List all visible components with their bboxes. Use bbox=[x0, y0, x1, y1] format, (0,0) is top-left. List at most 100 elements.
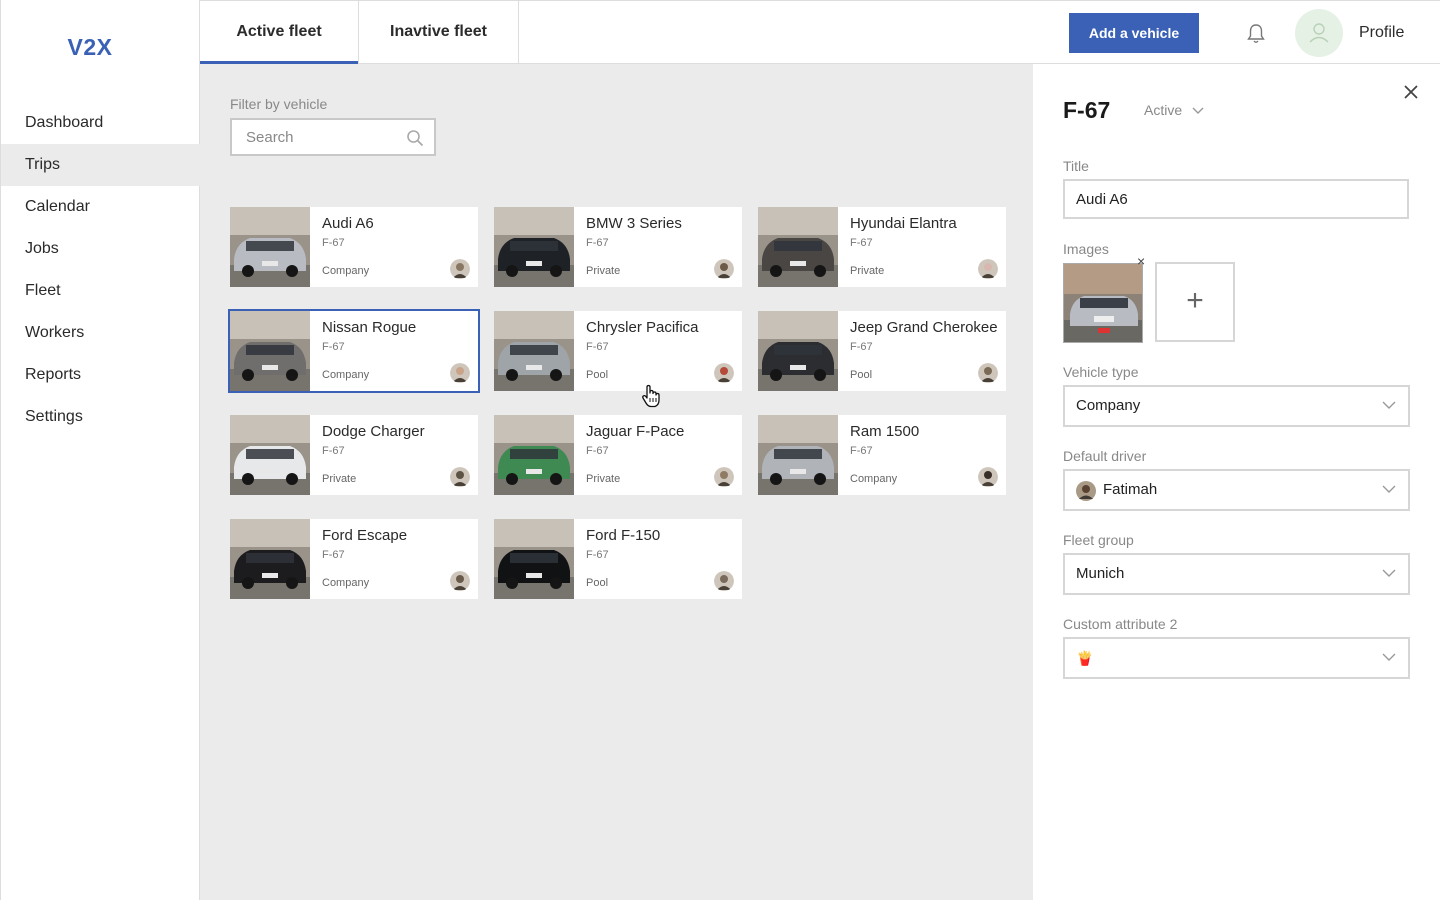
driver-avatar bbox=[978, 467, 998, 487]
search-input[interactable] bbox=[232, 120, 402, 154]
sidebar: V2X Dashboard Trips Calendar Jobs Fleet … bbox=[0, 0, 200, 900]
vehicle-code: F-67 bbox=[586, 549, 609, 561]
sidebar-item-workers[interactable]: Workers bbox=[1, 312, 200, 354]
driver-avatar bbox=[714, 363, 734, 383]
chevron-down-icon bbox=[1382, 401, 1396, 409]
vehicle-title: Nissan Rogue bbox=[322, 319, 417, 336]
vehicle-type-select[interactable]: Company bbox=[1063, 385, 1410, 427]
vehicle-photo bbox=[494, 519, 574, 599]
vehicle-title: Hyundai Elantra bbox=[850, 215, 957, 232]
add-vehicle-button[interactable]: Add a vehicle bbox=[1069, 13, 1199, 53]
fleet-group-select[interactable]: Munich bbox=[1063, 553, 1410, 595]
status-dropdown[interactable]: Active bbox=[1144, 102, 1204, 118]
tab-active-fleet[interactable]: Active fleet bbox=[200, 1, 359, 65]
custom-attribute-select[interactable]: 🍟 bbox=[1063, 637, 1410, 679]
search-field bbox=[230, 118, 436, 156]
vehicle-card[interactable]: Ford F-150 F-67 Pool bbox=[494, 519, 742, 599]
fleet-group-label: Fleet group bbox=[1063, 532, 1134, 548]
vehicle-type-value: Company bbox=[1076, 397, 1141, 414]
driver-avatar bbox=[1076, 481, 1096, 501]
vehicle-card[interactable]: Jaguar F-Pace F-67 Private bbox=[494, 415, 742, 495]
sidebar-item-calendar[interactable]: Calendar bbox=[1, 186, 200, 228]
vehicle-card[interactable]: Audi A6 F-67 Company bbox=[230, 207, 478, 287]
driver-avatar bbox=[714, 259, 734, 279]
tab-inactive-fleet[interactable]: Inavtive fleet bbox=[359, 1, 519, 64]
profile-avatar[interactable] bbox=[1295, 9, 1343, 57]
vehicle-photo bbox=[494, 415, 574, 495]
default-driver-value: Fatimah bbox=[1103, 481, 1158, 498]
sidebar-item-reports[interactable]: Reports bbox=[1, 354, 200, 396]
vehicle-code: F-67 bbox=[850, 445, 873, 457]
vehicle-code: F-67 bbox=[850, 341, 873, 353]
vehicle-card[interactable]: Ford Escape F-67 Company bbox=[230, 519, 478, 599]
vehicle-type: Pool bbox=[850, 369, 873, 381]
vehicle-card[interactable]: Jeep Grand Cherokee F-67 Pool bbox=[758, 311, 1006, 391]
vehicle-card[interactable]: Chrysler Pacifica F-67 Pool bbox=[494, 311, 742, 391]
remove-image-icon[interactable]: × bbox=[1137, 254, 1145, 268]
vehicle-card[interactable]: Nissan Rogue F-67 Company bbox=[228, 309, 480, 393]
vehicle-photo bbox=[230, 207, 310, 287]
vehicle-code: F-67 bbox=[322, 549, 345, 561]
sidebar-nav: Dashboard Trips Calendar Jobs Fleet Work… bbox=[1, 102, 200, 438]
vehicle-code-title: F-67 bbox=[1063, 97, 1111, 123]
vehicle-type: Private bbox=[586, 265, 621, 277]
vehicle-detail-panel: F-67 Active Title Images × + Vehicle typ… bbox=[1033, 64, 1440, 900]
user-icon bbox=[1309, 23, 1329, 43]
vehicle-title: Ram 1500 bbox=[850, 423, 920, 440]
driver-avatar bbox=[978, 363, 998, 383]
fleet-group-value: Munich bbox=[1076, 565, 1125, 582]
vehicle-type: Private bbox=[586, 473, 621, 485]
search-icon[interactable] bbox=[406, 129, 424, 147]
vehicle-type: Company bbox=[850, 473, 898, 485]
status-value: Active bbox=[1144, 102, 1183, 118]
driver-avatar bbox=[450, 259, 470, 279]
vehicle-title: Ford Escape bbox=[322, 527, 408, 544]
fleet-main-area: Filter by vehicle Audi A6 F-67 Company BMW … bbox=[200, 64, 1033, 900]
vehicle-image-thumbnail[interactable] bbox=[1063, 263, 1143, 343]
vehicle-title: Dodge Charger bbox=[322, 423, 425, 440]
vehicle-title: Ford F-150 bbox=[586, 527, 661, 544]
profile-link[interactable]: Profile bbox=[1359, 1, 1404, 65]
vehicle-title: Audi A6 bbox=[322, 215, 374, 232]
sidebar-item-jobs[interactable]: Jobs bbox=[1, 228, 200, 270]
filter-label: Filter by vehicle bbox=[230, 96, 328, 112]
sidebar-item-fleet[interactable]: Fleet bbox=[1, 270, 200, 312]
sidebar-item-dashboard[interactable]: Dashboard bbox=[1, 102, 200, 144]
vehicle-type: Pool bbox=[586, 369, 609, 381]
driver-avatar bbox=[714, 467, 734, 487]
vehicle-type: Company bbox=[322, 265, 370, 277]
close-icon[interactable] bbox=[1401, 82, 1421, 102]
vehicle-type-label: Vehicle type bbox=[1063, 364, 1139, 380]
vehicle-title: Chrysler Pacifica bbox=[586, 319, 699, 336]
vehicle-code: F-67 bbox=[586, 341, 609, 353]
vehicle-card[interactable]: Ram 1500 F-67 Company bbox=[758, 415, 1006, 495]
vehicle-type: Company bbox=[322, 369, 370, 381]
vehicle-photo bbox=[494, 311, 574, 391]
vehicle-code: F-67 bbox=[586, 237, 609, 249]
custom-attribute-label: Custom attribute 2 bbox=[1063, 616, 1178, 632]
sidebar-item-settings[interactable]: Settings bbox=[1, 396, 200, 438]
vehicle-type: Private bbox=[322, 473, 357, 485]
chevron-down-icon bbox=[1382, 569, 1396, 577]
plus-icon: + bbox=[1186, 284, 1204, 317]
sidebar-item-trips[interactable]: Trips bbox=[1, 144, 200, 186]
vehicle-card[interactable]: Hyundai Elantra F-67 Private bbox=[758, 207, 1006, 287]
vehicle-card[interactable]: Dodge Charger F-67 Private bbox=[230, 415, 478, 495]
vehicle-photo bbox=[230, 519, 310, 599]
vehicle-photo bbox=[494, 207, 574, 287]
car-photo bbox=[1064, 264, 1142, 342]
driver-avatar bbox=[450, 363, 470, 383]
vehicle-type: Private bbox=[850, 265, 885, 277]
default-driver-select[interactable]: Fatimah bbox=[1063, 469, 1410, 511]
chevron-down-icon bbox=[1382, 485, 1396, 493]
bell-icon[interactable] bbox=[1244, 23, 1268, 45]
top-bar: Active fleet Inavtive fleet Add a vehicl… bbox=[200, 0, 1440, 65]
app-logo[interactable]: V2X bbox=[1, 34, 179, 61]
title-input[interactable] bbox=[1063, 179, 1409, 219]
vehicle-card[interactable]: BMW 3 Series F-67 Private bbox=[494, 207, 742, 287]
driver-avatar bbox=[978, 259, 998, 279]
vehicle-photo bbox=[758, 207, 838, 287]
default-driver-label: Default driver bbox=[1063, 448, 1147, 464]
driver-avatar bbox=[450, 467, 470, 487]
add-image-button[interactable]: + bbox=[1155, 262, 1235, 342]
